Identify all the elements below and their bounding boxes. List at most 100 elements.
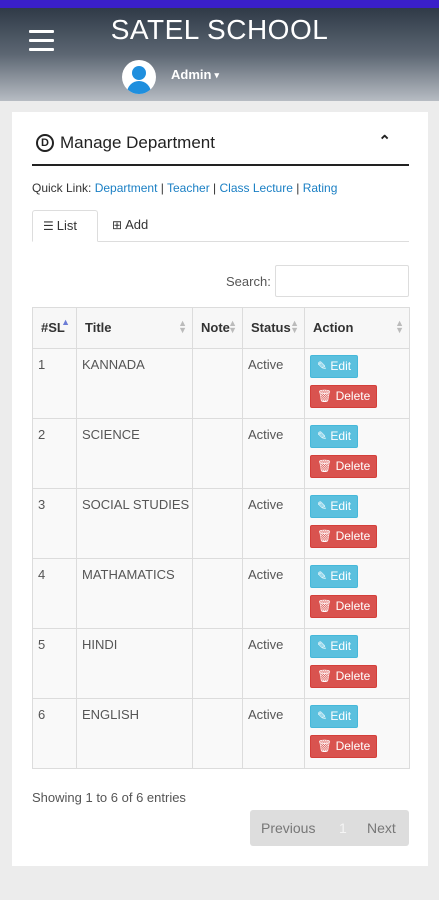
- user-name: Admin: [171, 67, 212, 82]
- cell-status: Active: [242, 488, 305, 559]
- department-table: #SL ▲ Title ▲ ▼ Note ▲ ▼ Status ▲ ▼ Action ▲ ▼ 1K…: [32, 307, 410, 769]
- edit-button[interactable]: ✎ Edit: [310, 565, 359, 588]
- column-header-note[interactable]: Note ▲ ▼: [192, 307, 243, 349]
- table-header-row: #SL ▲ Title ▲ ▼ Note ▲ ▼ Status ▲ ▼ Action ▲ ▼: [32, 307, 410, 349]
- trash-icon: 🗑: [317, 599, 336, 613]
- quick-links-label: Quick Link:: [32, 181, 92, 195]
- edit-button[interactable]: ✎ Edit: [310, 705, 359, 728]
- cell-action: ✎ Edit 🗑 Delete: [304, 698, 410, 769]
- cell-sl: 3: [32, 488, 77, 559]
- table-row: 3 SOCIAL STUDIES Active ✎ Edit 🗑 Delete: [32, 488, 410, 559]
- edit-icon: ✎: [317, 499, 331, 513]
- table-row: 1 KANNADA Active ✎ Edit 🗑 Delete: [32, 348, 410, 419]
- cell-note: [192, 628, 243, 699]
- content-card: D Manage Department ⌃ Quick Link: Depart…: [12, 112, 428, 866]
- cell-sl: 2: [32, 418, 77, 489]
- quick-link-rating[interactable]: Rating: [303, 181, 338, 195]
- quick-links: Quick Link: Department | Teacher | Class…: [32, 181, 338, 195]
- page-number[interactable]: 1: [339, 820, 347, 836]
- cell-note: [192, 488, 243, 559]
- pagination: Previous 1 Next: [250, 810, 409, 846]
- app-header: SATEL SCHOOL Admin ▾: [0, 8, 439, 101]
- quick-link-teacher[interactable]: Teacher: [167, 181, 210, 195]
- delete-button[interactable]: 🗑 Delete: [310, 385, 378, 408]
- table-row: 6 ENGLISH Active ✎ Edit 🗑 Delete: [32, 698, 410, 769]
- edit-button[interactable]: ✎ Edit: [310, 495, 359, 518]
- cell-title: MATHAMATICS: [76, 558, 193, 629]
- cell-action: ✎ Edit 🗑 Delete: [304, 628, 410, 699]
- tab-list[interactable]: ☰ List: [32, 210, 98, 242]
- cell-action: ✎ Edit 🗑 Delete: [304, 348, 410, 419]
- cell-note: [192, 698, 243, 769]
- delete-button[interactable]: 🗑 Delete: [310, 455, 378, 478]
- cell-action: ✎ Edit 🗑 Delete: [304, 418, 410, 489]
- delete-button[interactable]: 🗑 Delete: [310, 665, 378, 688]
- department-icon: D: [36, 134, 54, 152]
- chevron-up-icon[interactable]: ⌃: [378, 132, 391, 150]
- sort-icon: ▲ ▼: [290, 318, 299, 335]
- cell-status: Active: [242, 348, 305, 419]
- cell-sl: 1: [32, 348, 77, 419]
- quick-link-class-lecture[interactable]: Class Lecture: [220, 181, 293, 195]
- cell-status: Active: [242, 628, 305, 699]
- tab-add[interactable]: ⊞ Add: [102, 210, 158, 242]
- trash-icon: 🗑: [317, 669, 336, 683]
- edit-icon: ✎: [317, 569, 331, 583]
- delete-button[interactable]: 🗑 Delete: [310, 525, 378, 548]
- cell-sl: 6: [32, 698, 77, 769]
- sort-icon: ▲ ▼: [178, 318, 187, 335]
- table-row: 2 SCIENCE Active ✎ Edit 🗑 Delete: [32, 418, 410, 489]
- status-bar-strip: [0, 0, 439, 8]
- delete-button[interactable]: 🗑 Delete: [310, 735, 378, 758]
- trash-icon: 🗑: [317, 459, 336, 473]
- edit-button[interactable]: ✎ Edit: [310, 635, 359, 658]
- delete-button[interactable]: 🗑 Delete: [310, 595, 378, 618]
- previous-button[interactable]: Previous: [261, 820, 315, 836]
- edit-button[interactable]: ✎ Edit: [310, 355, 359, 378]
- cell-title: ENGLISH: [76, 698, 193, 769]
- edit-icon: ✎: [317, 709, 331, 723]
- user-menu[interactable]: Admin ▾: [171, 67, 219, 82]
- cell-title: HINDI: [76, 628, 193, 699]
- tab-list-label: List: [56, 218, 77, 233]
- plus-square-icon: ⊞: [112, 218, 123, 232]
- cell-title: SOCIAL STUDIES: [76, 488, 193, 559]
- cell-status: Active: [242, 558, 305, 629]
- page-title: Manage Department: [60, 133, 215, 152]
- tab-add-label: Add: [125, 217, 149, 232]
- entries-info: Showing 1 to 6 of 6 entries: [32, 790, 186, 805]
- column-header-sl[interactable]: #SL ▲: [32, 307, 77, 349]
- edit-icon: ✎: [317, 429, 331, 443]
- column-header-action[interactable]: Action ▲ ▼: [304, 307, 410, 349]
- tab-bar: ☰ List ⊞ Add: [32, 210, 409, 242]
- column-header-title[interactable]: Title ▲ ▼: [76, 307, 193, 349]
- next-button[interactable]: Next: [367, 820, 396, 836]
- sort-asc-icon: ▲: [61, 317, 70, 327]
- cell-action: ✎ Edit 🗑 Delete: [304, 558, 410, 629]
- edit-button[interactable]: ✎ Edit: [310, 425, 359, 448]
- table-row: 4 MATHAMATICS Active ✎ Edit 🗑 Delete: [32, 558, 410, 629]
- trash-icon: 🗑: [317, 389, 336, 403]
- cell-action: ✎ Edit 🗑 Delete: [304, 488, 410, 559]
- trash-icon: 🗑: [317, 739, 336, 753]
- cell-note: [192, 348, 243, 419]
- avatar[interactable]: [122, 60, 156, 94]
- quick-link-department[interactable]: Department: [95, 181, 158, 195]
- cell-note: [192, 418, 243, 489]
- search-label: Search:: [226, 274, 271, 289]
- cell-title: SCIENCE: [76, 418, 193, 489]
- app-title: SATEL SCHOOL: [110, 14, 329, 45]
- sort-icon: ▲ ▼: [395, 318, 404, 335]
- cell-sl: 4: [32, 558, 77, 629]
- cell-note: [192, 558, 243, 629]
- cell-sl: 5: [32, 628, 77, 699]
- edit-icon: ✎: [317, 639, 331, 653]
- cell-status: Active: [242, 698, 305, 769]
- column-header-status[interactable]: Status ▲ ▼: [242, 307, 305, 349]
- edit-icon: ✎: [317, 359, 331, 373]
- trash-icon: 🗑: [317, 529, 336, 543]
- sort-icon: ▲ ▼: [228, 318, 237, 335]
- search-input[interactable]: [275, 265, 409, 297]
- table-row: 5 HINDI Active ✎ Edit 🗑 Delete: [32, 628, 410, 699]
- cell-title: KANNADA: [76, 348, 193, 419]
